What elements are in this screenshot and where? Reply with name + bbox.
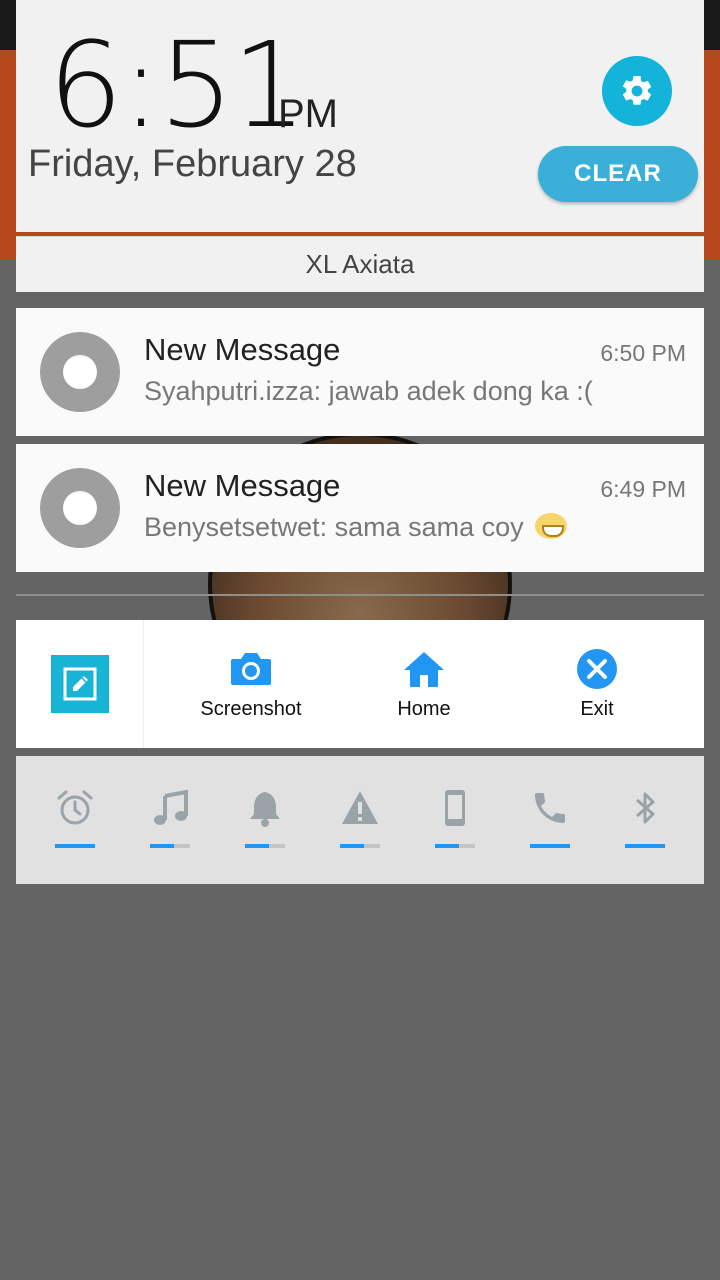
volume-level (435, 844, 459, 848)
notification-item[interactable]: New Message 6:49 PM Benysetsetwet: sama … (16, 444, 704, 572)
phone-device-icon (435, 786, 475, 830)
volume-track (530, 844, 570, 848)
volume-level (245, 844, 269, 848)
call-icon (530, 786, 570, 830)
device-volume-control[interactable] (425, 786, 485, 856)
notification-item[interactable]: New Message 6:50 PM Syahputri.izza: jawa… (16, 308, 704, 436)
screenshot-label: Screenshot (200, 698, 302, 720)
exit-button[interactable]: Exit (512, 620, 682, 748)
app-icon (40, 332, 120, 412)
volume-level (530, 844, 570, 848)
alarm-volume-control[interactable] (45, 786, 105, 856)
call-volume-control[interactable] (520, 786, 580, 856)
app-icon (40, 468, 120, 548)
music-volume-control[interactable] (140, 786, 200, 856)
volume-level (55, 844, 95, 848)
bluetooth-volume-control[interactable] (615, 786, 675, 856)
bell-icon (245, 786, 285, 830)
volume-track (435, 844, 475, 848)
settings-button[interactable] (602, 56, 672, 126)
exit-label: Exit (580, 698, 614, 720)
alarm-icon (55, 786, 95, 830)
volume-level (625, 844, 665, 848)
notification-title: New Message (144, 332, 341, 367)
home-icon (402, 648, 446, 690)
clear-button[interactable]: CLEAR (538, 146, 698, 202)
close-icon (576, 648, 618, 690)
notification-body: Benysetsetwet: sama sama coy (144, 512, 524, 542)
volume-track (625, 844, 665, 848)
volume-track (245, 844, 285, 848)
screenshot-button[interactable]: Screenshot (166, 620, 336, 748)
home-label: Home (397, 698, 451, 720)
date-label: Friday, February 28 (28, 143, 357, 185)
volume-track (150, 844, 190, 848)
clock-ampm: PM (278, 92, 338, 136)
bluetooth-icon (625, 786, 665, 830)
system-volume-control[interactable] (330, 786, 390, 856)
divider (16, 594, 704, 596)
sound-profile-panel (16, 756, 704, 884)
notification-shade-header: 6:51 PM Friday, February 28 CLEAR (16, 0, 704, 232)
grinning-face-icon (535, 513, 568, 539)
notification-time: 6:49 PM (600, 476, 686, 502)
notification-body: Syahputri.izza: jawab adek dong ka :( (144, 376, 593, 406)
music-icon (150, 786, 190, 830)
clock-time: 6:51 (48, 16, 307, 154)
edit-tool-button[interactable] (16, 620, 144, 748)
quick-tools-panel: Screenshot Home Exit (16, 620, 704, 748)
warning-icon (340, 786, 380, 830)
notification-time: 6:50 PM (600, 340, 686, 366)
carrier-label: XL Axiata (16, 236, 704, 292)
volume-level (150, 844, 174, 848)
notification-body-wrapper: Benysetsetwet: sama sama coy (144, 512, 568, 543)
volume-track (340, 844, 380, 848)
camera-icon (229, 648, 273, 690)
volume-level (340, 844, 364, 848)
edit-icon (50, 655, 109, 713)
notification-title: New Message (144, 468, 341, 503)
gear-icon (622, 75, 652, 105)
volume-track (55, 844, 95, 848)
notification-volume-control[interactable] (235, 786, 295, 856)
home-button[interactable]: Home (339, 620, 509, 748)
